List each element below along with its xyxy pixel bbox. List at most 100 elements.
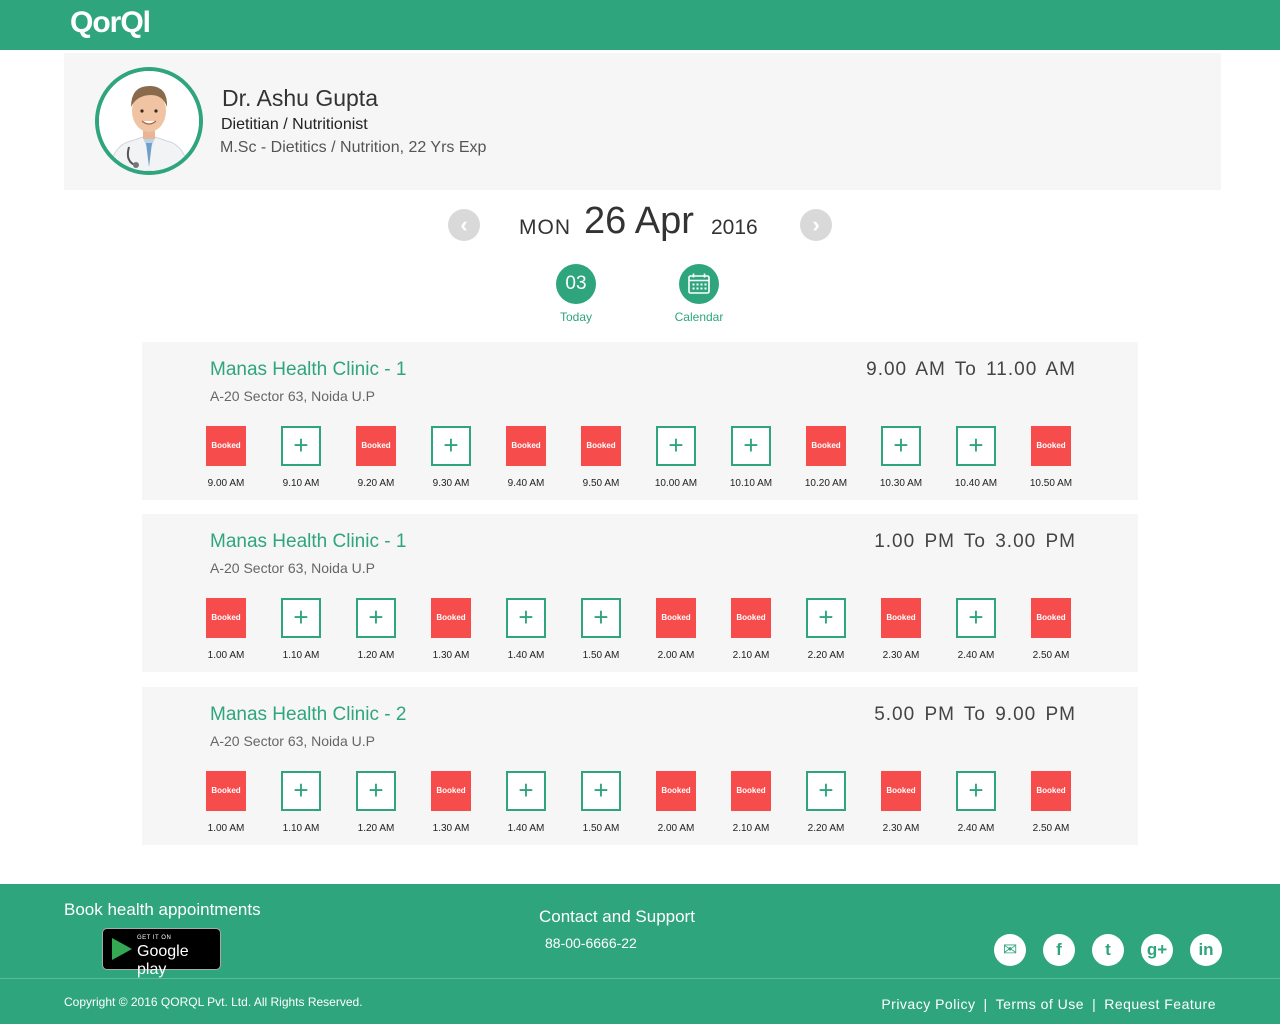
link-separator: |	[1092, 996, 1097, 1012]
slot-time-label: 9.10 AM	[282, 478, 320, 489]
clinic-address: A-20 Sector 63, Noida U.P	[210, 560, 375, 576]
time-slot: Booked 2.00 AM	[636, 771, 716, 834]
slot-time-label: 2.30 AM	[882, 650, 920, 661]
book-slot-button[interactable]: +	[281, 771, 321, 811]
time-slot: Booked 2.30 AM	[861, 598, 941, 661]
book-slot-button[interactable]: +	[956, 426, 996, 466]
booked-slot-badge: Booked	[881, 771, 921, 811]
plus-icon: +	[293, 602, 309, 632]
slot-time-label: 1.40 AM	[507, 823, 545, 834]
slot-time-label: 1.00 AM	[207, 823, 245, 834]
time-slot: Booked 9.20 AM	[336, 426, 416, 489]
plus-icon: +	[968, 602, 984, 632]
calendar-icon-circle	[679, 264, 719, 304]
previous-day-button[interactable]: ‹	[448, 209, 480, 241]
slot-time-label: 1.40 AM	[507, 650, 545, 661]
slot-time-label: 9.30 AM	[432, 478, 470, 489]
time-slot: Booked 2.50 AM	[1011, 598, 1091, 661]
slot-time-label: 9.40 AM	[507, 478, 545, 489]
doctor-name: Dr. Ashu Gupta	[222, 85, 378, 111]
google-play-small-text: GET IT ON	[137, 935, 172, 941]
support-phone: 88-00-6666-22	[545, 935, 637, 951]
time-slot: Booked 1.30 AM	[411, 598, 491, 661]
time-slot: +1.20 AM	[336, 771, 416, 834]
booked-slot-badge: Booked	[206, 771, 246, 811]
clinic-time-range: 5.00 PM To 9.00 PM	[874, 704, 1076, 725]
plus-icon: +	[818, 602, 834, 632]
linkedin-icon[interactable]: in	[1190, 934, 1222, 966]
calendar-button[interactable]: Calendar	[654, 264, 744, 324]
book-slot-button[interactable]: +	[506, 771, 546, 811]
plus-icon: +	[818, 775, 834, 805]
slot-time-label: 10.20 AM	[804, 478, 848, 489]
slot-time-label: 10.10 AM	[729, 478, 773, 489]
time-slot: Booked 2.00 AM	[636, 598, 716, 661]
clinic-time-range: 1.00 PM To 3.00 PM	[874, 531, 1076, 552]
slot-time-label: 2.00 AM	[657, 823, 695, 834]
privacy-policy-link[interactable]: Privacy Policy	[881, 996, 975, 1012]
chevron-left-icon: ‹	[460, 212, 468, 237]
slot-time-label: 10.30 AM	[879, 478, 923, 489]
mail-icon[interactable]: ✉	[994, 934, 1026, 966]
slot-time-label: 9.20 AM	[357, 478, 395, 489]
slot-time-label: 2.20 AM	[807, 650, 845, 661]
twitter-icon[interactable]: t	[1092, 934, 1124, 966]
clinic-time-range: 9.00 AM To 11.00 AM	[866, 359, 1076, 380]
qorql-logo[interactable]: QorQl	[70, 6, 151, 40]
book-slot-button[interactable]: +	[806, 771, 846, 811]
weekday-label: MON	[519, 216, 571, 239]
slot-time-label: 1.50 AM	[582, 650, 620, 661]
date-label: 26 Apr	[584, 200, 694, 242]
google-play-text: Google play	[137, 943, 189, 978]
booked-slot-badge: Booked	[881, 598, 921, 638]
book-slot-button[interactable]: +	[881, 426, 921, 466]
google-play-badge[interactable]: GET IT ON Google play	[102, 928, 221, 978]
time-slot: +2.40 AM	[936, 771, 1016, 834]
footer-divider	[0, 978, 1280, 979]
time-slot: +2.40 AM	[936, 598, 1016, 661]
book-slot-button[interactable]: +	[506, 598, 546, 638]
copyright-text: Copyright © 2016 QORQL Pvt. Ltd. All Rig…	[64, 995, 363, 1009]
book-slot-button[interactable]: +	[356, 598, 396, 638]
time-slot: +2.20 AM	[786, 598, 866, 661]
time-slot: +9.10 AM	[261, 426, 341, 489]
time-slot: +10.10 AM	[711, 426, 791, 489]
slot-time-label: 1.20 AM	[357, 823, 395, 834]
booked-slot-badge: Booked	[1031, 771, 1071, 811]
clinic-address: A-20 Sector 63, Noida U.P	[210, 733, 375, 749]
book-slot-button[interactable]: +	[956, 598, 996, 638]
today-button[interactable]: 03 Today	[531, 264, 621, 324]
slot-time-label: 1.00 AM	[207, 650, 245, 661]
google-plus-icon[interactable]: g+	[1141, 934, 1173, 966]
plus-icon: +	[968, 430, 984, 460]
book-slot-button[interactable]: +	[806, 598, 846, 638]
plus-icon: +	[518, 602, 534, 632]
clinic-name[interactable]: Manas Health Clinic - 1	[210, 359, 406, 381]
book-slot-button[interactable]: +	[581, 598, 621, 638]
book-slot-button[interactable]: +	[431, 426, 471, 466]
slot-time-label: 2.50 AM	[1032, 823, 1070, 834]
plus-icon: +	[293, 430, 309, 460]
book-slot-button[interactable]: +	[281, 426, 321, 466]
clinic-name[interactable]: Manas Health Clinic - 1	[210, 531, 406, 553]
plus-icon: +	[593, 775, 609, 805]
slot-time-label: 1.30 AM	[432, 650, 470, 661]
booked-slot-badge: Booked	[731, 598, 771, 638]
clinic-name[interactable]: Manas Health Clinic - 2	[210, 704, 406, 726]
next-day-button[interactable]: ›	[800, 209, 832, 241]
request-feature-link[interactable]: Request Feature	[1104, 996, 1216, 1012]
plus-icon: +	[668, 430, 684, 460]
book-slot-button[interactable]: +	[356, 771, 396, 811]
terms-of-use-link[interactable]: Terms of Use	[996, 996, 1084, 1012]
book-slot-button[interactable]: +	[731, 426, 771, 466]
book-slot-button[interactable]: +	[956, 771, 996, 811]
facebook-icon[interactable]: f	[1043, 934, 1075, 966]
book-slot-button[interactable]: +	[581, 771, 621, 811]
top-header-bar: QorQl	[0, 0, 1280, 50]
time-slot: Booked 10.50 AM	[1011, 426, 1091, 489]
plus-icon: +	[518, 775, 534, 805]
book-slot-button[interactable]: +	[281, 598, 321, 638]
book-slot-button[interactable]: +	[656, 426, 696, 466]
slot-time-label: 2.30 AM	[882, 823, 920, 834]
doctor-qualification: M.Sc - Dietitics / Nutrition, 22 Yrs Exp	[220, 139, 487, 156]
